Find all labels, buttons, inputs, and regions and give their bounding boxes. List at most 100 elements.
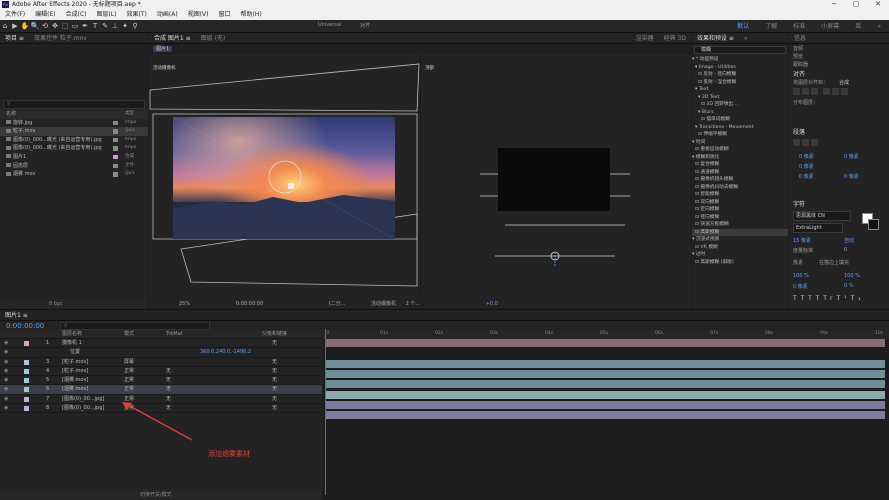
layer-trkmat-dropdown[interactable]: 无 bbox=[166, 367, 171, 376]
effect-item[interactable]: ⊡ 高斯模糊 (旧版) bbox=[692, 259, 788, 267]
effect-item[interactable]: ⊡ 摄像机抖动去模糊 bbox=[692, 184, 788, 192]
layer-trkmat-dropdown[interactable]: 无 bbox=[166, 385, 171, 394]
effect-item[interactable]: ⊡ 摄像机镜头模糊 bbox=[692, 176, 788, 184]
layer-parent-dropdown[interactable]: 无 bbox=[272, 404, 277, 413]
timeline-timecode[interactable]: 0:00:00:00 bbox=[6, 322, 44, 330]
visibility-eye-icon[interactable]: ◉ bbox=[4, 358, 8, 367]
label-swatch[interactable] bbox=[113, 137, 118, 143]
effect-item[interactable]: ▾ Transitions - Movement bbox=[692, 124, 788, 132]
layer-parent-dropdown[interactable]: 无 bbox=[272, 358, 277, 367]
project-item[interactable]: 烟雾.mov Quic bbox=[0, 170, 148, 179]
label-swatch[interactable] bbox=[113, 129, 118, 134]
audio-label[interactable]: 音频 bbox=[793, 45, 803, 52]
layer-duration-bar[interactable] bbox=[325, 359, 885, 368]
stroke-width-value[interactable]: 像素 bbox=[793, 259, 803, 266]
visibility-eye-icon[interactable]: ◉ bbox=[4, 367, 8, 376]
ws-standard[interactable]: 标准 bbox=[785, 20, 813, 33]
ws-default[interactable]: 默认 bbox=[729, 20, 757, 33]
indent-first-value[interactable]: 0 像素 bbox=[799, 163, 814, 170]
menu-layer[interactable]: 图层(L) bbox=[92, 9, 122, 20]
tab-comp-timeline[interactable]: 图片1 ≡ bbox=[0, 310, 33, 321]
align-bottom-icon[interactable] bbox=[841, 88, 848, 95]
small-caps-button[interactable]: Tr bbox=[823, 295, 836, 302]
project-item[interactable]: 图像(0)_000...曝光 (来自运营专用).jpg Impo bbox=[0, 144, 148, 153]
menu-help[interactable]: 帮助(H) bbox=[236, 9, 267, 20]
para-align-left-icon[interactable] bbox=[793, 139, 800, 146]
para-align-center-icon[interactable] bbox=[802, 139, 809, 146]
layer-name[interactable]: [图像(0)_00...jpg] bbox=[62, 404, 104, 413]
layer-duration-bar[interactable] bbox=[325, 411, 885, 420]
close-icon[interactable]: ✕ bbox=[867, 0, 889, 9]
position-value[interactable]: 360.0,240.0,-1496.2 bbox=[200, 348, 251, 357]
layer-parent-dropdown[interactable]: 无 bbox=[272, 339, 277, 348]
exposure-value[interactable]: +0.0 bbox=[486, 299, 498, 309]
effect-item[interactable]: ⊡ 伸缩平模糊 bbox=[692, 131, 788, 139]
layer-label-color[interactable] bbox=[24, 406, 29, 412]
layer-duration-bar[interactable] bbox=[325, 369, 885, 378]
puppet-tool-icon[interactable]: ⚲ bbox=[130, 21, 140, 32]
renderer-value[interactable]: 经典 3D bbox=[659, 33, 691, 44]
timeline-search-input[interactable]: ⚲ bbox=[60, 322, 210, 330]
type-column[interactable]: 类型 bbox=[125, 110, 134, 119]
selection-tool-icon[interactable]: ▶ bbox=[10, 21, 20, 32]
eraser-tool-icon[interactable]: ✦ bbox=[120, 21, 130, 32]
menu-animation[interactable]: 动画(A) bbox=[152, 9, 183, 20]
project-item[interactable]: 固态层 文件 bbox=[0, 162, 148, 171]
layer-name[interactable]: 摄像机 1 bbox=[62, 339, 82, 348]
font-style-dropdown[interactable]: ExtraLight bbox=[793, 223, 843, 233]
snapping-label[interactable]: Universal bbox=[318, 22, 341, 28]
effect-item[interactable]: ⊡ 摆单词模糊 bbox=[692, 116, 788, 124]
layer-row[interactable]: ◉ 3 [粒子.mov] 屏幕 无 bbox=[0, 358, 322, 367]
align-vcenter-icon[interactable] bbox=[832, 88, 839, 95]
layer-row[interactable]: ◉ 1 摄像机 1 无 bbox=[0, 339, 322, 349]
layer-name[interactable]: [烟雾.mov] bbox=[62, 385, 88, 394]
layer-name[interactable]: 位置 bbox=[70, 348, 80, 357]
effect-item[interactable]: ⊡ 快速方框模糊 bbox=[692, 221, 788, 229]
layer-row[interactable]: ◉ 4 [粒子.mov] 正常 无 无 bbox=[0, 367, 322, 377]
superscript-button[interactable]: T¹ bbox=[837, 295, 851, 302]
views-dropdown[interactable]: 2 个... bbox=[406, 299, 421, 309]
visibility-eye-icon[interactable]: ◉ bbox=[4, 395, 8, 404]
align-left-icon[interactable] bbox=[793, 88, 800, 95]
camera-dropdown[interactable]: 活动摄像机 bbox=[371, 299, 396, 309]
effect-item[interactable]: ▾ 时间 bbox=[692, 139, 788, 147]
comp-breadcrumb-item[interactable]: 图片1 bbox=[153, 46, 173, 52]
vertical-scale-value[interactable]: 100 % bbox=[793, 273, 809, 279]
maximize-icon[interactable]: □ bbox=[845, 0, 867, 9]
layer-label-color[interactable] bbox=[24, 378, 29, 384]
brush-tool-icon[interactable]: ✎ bbox=[100, 21, 110, 32]
layer-row[interactable]: ◉ 6 [烟雾.mov] 正常 无 无 bbox=[0, 385, 322, 395]
project-search-input[interactable]: ⚲ bbox=[3, 100, 145, 109]
name-column[interactable]: 名称 bbox=[6, 111, 16, 117]
effect-item[interactable]: ▾ 沉浸式视频 bbox=[692, 236, 788, 244]
subscript-button[interactable]: T₁ bbox=[851, 295, 865, 302]
effect-item[interactable]: ⊡ 3D 回转弹出… bbox=[692, 101, 788, 109]
project-item[interactable]: 旋转.jpg Impo bbox=[0, 119, 148, 128]
space-before-value[interactable]: 0 像素 bbox=[799, 173, 814, 180]
align-to-dropdown[interactable]: 合成 bbox=[839, 79, 849, 86]
effect-item[interactable]: ⊡ 重要运动模糊 bbox=[692, 146, 788, 154]
effect-item[interactable]: ⊡ 智能模糊 bbox=[692, 191, 788, 199]
layer-label-color[interactable] bbox=[24, 341, 29, 346]
menu-effect[interactable]: 效果(T) bbox=[122, 9, 152, 20]
menu-composition[interactable]: 合成(C) bbox=[61, 9, 92, 20]
visibility-eye-icon[interactable]: ◉ bbox=[4, 404, 8, 413]
effect-item[interactable]: ⊡ 定向模糊 bbox=[692, 206, 788, 214]
label-swatch[interactable] bbox=[113, 120, 118, 126]
resolution-dropdown[interactable]: (二分... bbox=[329, 299, 346, 309]
effect-item[interactable]: ⊡ 反射 - 涅合模糊 bbox=[692, 79, 788, 87]
menu-file[interactable]: 文件(F) bbox=[0, 9, 30, 20]
tracking-value[interactable]: 0 bbox=[844, 247, 847, 253]
parent-column[interactable]: 父级和链接 bbox=[262, 330, 287, 339]
layer-trkmat-dropdown[interactable]: 无 bbox=[166, 376, 171, 385]
time-ruler[interactable]: 0f 01s 02s 03s 04s 05s 06s 07s 08s 09s 10s bbox=[323, 330, 889, 339]
kerning-value[interactable]: 度量标准 bbox=[793, 247, 813, 254]
tab-composition[interactable]: 合成 图片1 ≡ bbox=[149, 33, 196, 44]
tab-effect-controls[interactable]: 效果控件 粒子.mov bbox=[29, 33, 92, 44]
effect-item[interactable]: ⊡ 反射 - 径向模糊 bbox=[692, 71, 788, 79]
stroke-color-swatch[interactable] bbox=[868, 219, 879, 230]
tab-more[interactable]: » bbox=[739, 33, 753, 44]
effect-item[interactable]: ⊡ VR 模糊 bbox=[692, 244, 788, 252]
layer-mode-dropdown[interactable]: 正常 bbox=[124, 385, 134, 394]
faux-italic-button[interactable]: T bbox=[801, 295, 809, 302]
